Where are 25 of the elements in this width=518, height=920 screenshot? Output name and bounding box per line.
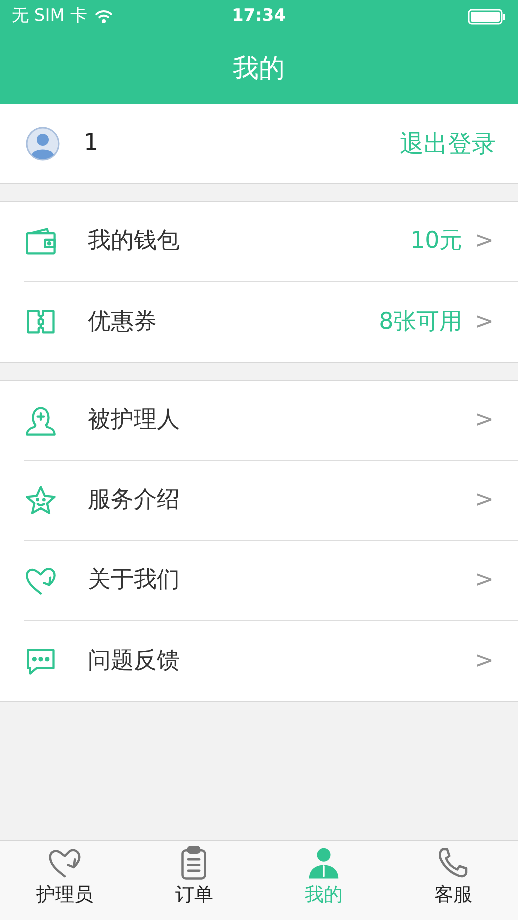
menu-item[interactable]: 问题反馈 > bbox=[24, 621, 518, 701]
chevron-icon: > bbox=[474, 563, 494, 598]
battery-icon bbox=[468, 9, 506, 25]
time-text: 17:34 bbox=[230, 5, 288, 28]
chevron-icon: > bbox=[474, 403, 494, 438]
tab[interactable]: 客服 bbox=[388, 841, 518, 920]
chevron-icon: > bbox=[474, 304, 494, 340]
page-title: 我的 bbox=[233, 52, 285, 86]
menu-item[interactable]: 关于我们 > bbox=[24, 541, 518, 621]
menu-item[interactable]: 优惠券 8张可用 > bbox=[24, 282, 518, 362]
wifi-icon bbox=[95, 10, 114, 24]
item-value: 10元 bbox=[410, 227, 463, 256]
chevron-icon: > bbox=[474, 224, 494, 259]
carrier-text: 无 SIM 卡 bbox=[12, 5, 88, 28]
star-icon bbox=[24, 484, 58, 518]
phone-number: 1 bbox=[84, 129, 99, 158]
avatar-icon bbox=[26, 126, 60, 160]
chevron-icon: > bbox=[474, 644, 494, 678]
menu-item[interactable]: 被护理人 > bbox=[24, 381, 518, 461]
chevron-icon: > bbox=[474, 483, 494, 518]
tab[interactable]: 护理员 bbox=[0, 841, 130, 920]
menu-item[interactable]: 我的钱包 10元 > bbox=[24, 202, 518, 282]
menu-item[interactable]: 服务介绍 > bbox=[24, 461, 518, 541]
tab[interactable]: 订单 bbox=[130, 841, 259, 920]
item-value: 8张可用 bbox=[379, 308, 463, 337]
